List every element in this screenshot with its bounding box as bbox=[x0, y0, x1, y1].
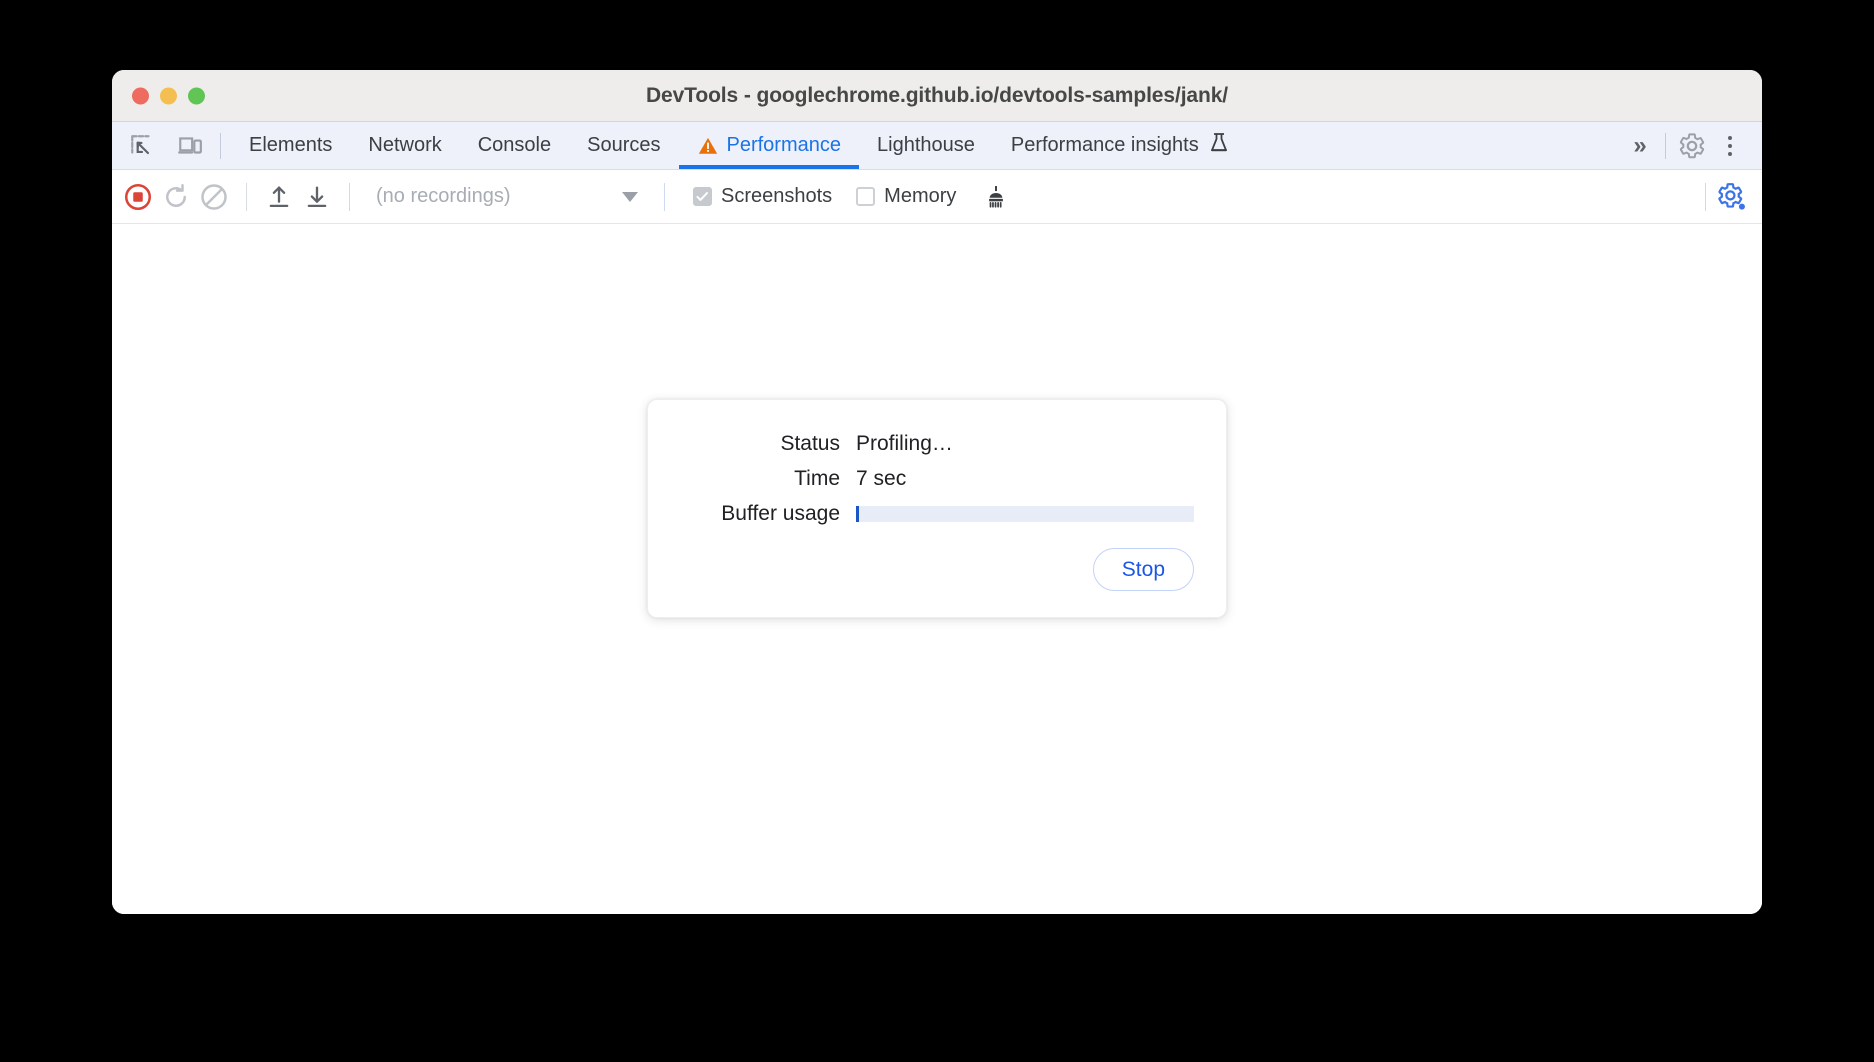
buffer-usage-progress-fill bbox=[856, 506, 860, 522]
tab-elements[interactable]: Elements bbox=[231, 122, 350, 169]
save-profile-icon[interactable] bbox=[301, 181, 333, 213]
buffer-usage-progress bbox=[856, 506, 1194, 522]
performance-main-panel: Status Profiling… Time 7 sec Buffer usag… bbox=[112, 224, 1762, 914]
memory-checkbox[interactable] bbox=[856, 187, 876, 206]
tabbar-tabs: Elements Network Console Sources Perform… bbox=[231, 122, 1249, 169]
warning-triangle-icon bbox=[697, 135, 719, 157]
tab-performance[interactable]: Performance bbox=[678, 122, 860, 169]
window-titlebar: DevTools - googlechrome.github.io/devtoo… bbox=[112, 70, 1762, 122]
chevron-down-icon bbox=[622, 191, 638, 202]
maximize-window-button[interactable] bbox=[188, 87, 205, 104]
tab-console[interactable]: Console bbox=[460, 122, 569, 169]
tab-label: Network bbox=[368, 134, 442, 156]
device-toolbar-icon[interactable] bbox=[174, 130, 206, 162]
status-row-value: Profiling… bbox=[856, 432, 953, 455]
record-button[interactable] bbox=[122, 181, 154, 213]
tab-label: Performance bbox=[726, 134, 842, 156]
memory-checkbox-item[interactable]: Memory bbox=[850, 180, 962, 214]
tabbar-divider bbox=[220, 132, 221, 159]
recording-select-value: (no recordings) bbox=[376, 185, 511, 207]
perf-toolbar-right bbox=[1695, 181, 1748, 213]
clear-button[interactable] bbox=[198, 181, 230, 213]
tab-label: Performance insights bbox=[1010, 134, 1199, 156]
devtools-window: DevTools - googlechrome.github.io/devtoo… bbox=[112, 70, 1762, 914]
status-row-label: Status bbox=[780, 432, 840, 455]
memory-label: Memory bbox=[884, 185, 957, 207]
time-row-label: Time bbox=[794, 467, 840, 490]
tab-network[interactable]: Network bbox=[350, 122, 459, 169]
tab-label: Elements bbox=[249, 134, 333, 156]
toolbar-divider-2 bbox=[349, 182, 350, 211]
recording-status-card: Status Profiling… Time 7 sec Buffer usag… bbox=[647, 399, 1227, 619]
time-row-value: 7 sec bbox=[856, 467, 907, 490]
more-options-icon[interactable] bbox=[1714, 130, 1746, 162]
load-profile-icon[interactable] bbox=[263, 181, 295, 213]
traffic-lights bbox=[132, 87, 205, 104]
buffer-usage-row-label: Buffer usage bbox=[721, 502, 840, 525]
screenshots-checkbox[interactable] bbox=[693, 187, 712, 206]
inspect-element-icon[interactable] bbox=[126, 130, 158, 162]
tab-label: Sources bbox=[587, 134, 661, 156]
tab-performance-insights[interactable]: Performance insights bbox=[993, 122, 1249, 169]
window-title: DevTools - googlechrome.github.io/devtoo… bbox=[645, 83, 1229, 107]
more-tabs-icon[interactable]: » bbox=[1623, 130, 1655, 162]
gear-icon[interactable] bbox=[1676, 130, 1708, 162]
screenshots-label: Screenshots bbox=[721, 185, 833, 207]
tab-label: Console bbox=[477, 134, 552, 156]
record-and-reload-button[interactable] bbox=[160, 181, 192, 213]
performance-toolbar: (no recordings) Screenshots Memory bbox=[112, 170, 1762, 224]
status-rows: Status Profiling… Time 7 sec Buffer usag… bbox=[680, 432, 1194, 526]
minimize-window-button[interactable] bbox=[160, 87, 177, 104]
toolbar-divider-1 bbox=[246, 182, 247, 211]
tab-sources[interactable]: Sources bbox=[569, 122, 678, 169]
capture-settings-gear-icon[interactable] bbox=[1716, 181, 1748, 213]
tabbar-right-divider bbox=[1665, 132, 1666, 159]
status-card-actions: Stop bbox=[680, 548, 1194, 592]
collect-garbage-icon[interactable] bbox=[980, 181, 1012, 213]
screenshots-checkbox-item[interactable]: Screenshots bbox=[687, 180, 838, 214]
devtools-tabbar: Elements Network Console Sources Perform… bbox=[112, 122, 1762, 170]
toolbar-divider-4 bbox=[1705, 182, 1706, 211]
recording-select[interactable]: (no recordings) bbox=[370, 180, 648, 214]
tab-lighthouse[interactable]: Lighthouse bbox=[859, 122, 993, 169]
screen-root: DevTools - googlechrome.github.io/devtoo… bbox=[0, 0, 1874, 1062]
tabbar-left-icons bbox=[112, 122, 216, 169]
toolbar-divider-3 bbox=[664, 182, 665, 211]
experiment-flask-icon bbox=[1207, 131, 1231, 161]
tabbar-right-controls: » bbox=[1623, 122, 1762, 169]
tab-label: Lighthouse bbox=[877, 134, 975, 156]
close-window-button[interactable] bbox=[132, 87, 149, 104]
stop-button[interactable]: Stop bbox=[1092, 548, 1194, 592]
